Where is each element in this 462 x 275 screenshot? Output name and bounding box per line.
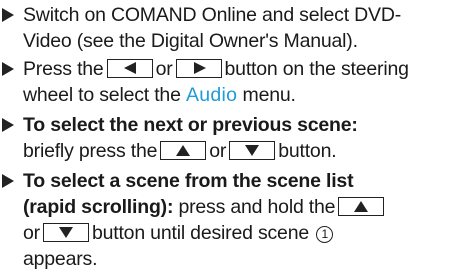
step-2-text-button: button on the steering	[224, 58, 409, 80]
list-item: Switch on COMAND Online and select DVD- …	[0, 2, 462, 54]
callout-number: 1	[316, 226, 334, 243]
down-arrow-icon	[245, 145, 260, 156]
step-4-line-3: or button until desired scene 1	[23, 220, 335, 246]
down-arrow-icon	[58, 227, 73, 238]
bullet-arrow-icon	[2, 118, 14, 132]
bullet-arrow-icon	[2, 174, 14, 188]
step-1-line-2: Video (see the Digital Owner's Manual).	[23, 30, 358, 52]
instruction-list: Switch on COMAND Online and select DVD- …	[0, 0, 462, 275]
left-arrow-key	[106, 59, 153, 78]
step-2-text-menu: menu.	[242, 84, 296, 106]
up-arrow-key	[338, 197, 385, 216]
step-4-text-until: button until desired scene	[91, 222, 309, 244]
step-4-line-2: (rapid scrolling): press and hold the	[23, 194, 387, 220]
right-arrow-key	[175, 59, 222, 78]
down-arrow-key	[229, 141, 276, 160]
step-4-subheading: (rapid scrolling):	[23, 196, 174, 218]
step-4-text-or: or	[23, 222, 40, 244]
left-arrow-icon	[123, 62, 136, 74]
step-1-line-1: Switch on COMAND Online and select DVD-	[23, 4, 402, 26]
bullet-arrow-icon	[2, 8, 14, 22]
step-4-heading: To select a scene from the scene list	[23, 170, 354, 192]
step-4-line-4: appears.	[23, 248, 98, 270]
step-2-text-or: or	[155, 58, 173, 80]
list-item: Press the or button on the steering wheel …	[0, 56, 462, 108]
step-2-line-2: wheel to select the Audio menu.	[23, 82, 296, 108]
step-2-line-1: Press the or button on the steering	[23, 56, 409, 82]
list-item: To select the next or previous scene: br…	[0, 112, 462, 164]
step-4-text-press-hold: press and hold the	[178, 196, 336, 218]
step-2-text-press: Press the	[23, 58, 104, 80]
step-3-text-briefly: briefly press the	[23, 140, 158, 162]
up-arrow-icon	[354, 201, 369, 212]
right-arrow-icon	[193, 62, 206, 74]
step-3-line-2: briefly press the or button.	[23, 138, 337, 164]
up-arrow-icon	[176, 145, 191, 156]
list-item: To select a scene from the scene list (r…	[0, 168, 462, 272]
down-arrow-key	[42, 223, 89, 242]
display-menu-name: Audio	[185, 84, 238, 106]
step-3-heading: To select the next or previous scene:	[23, 114, 358, 136]
up-arrow-key	[160, 141, 207, 160]
bullet-arrow-icon	[2, 62, 14, 76]
step-3-text-or: or	[209, 140, 227, 162]
step-2-text-wheel: wheel to select the	[23, 84, 181, 106]
step-3-text-button: button.	[278, 140, 337, 162]
